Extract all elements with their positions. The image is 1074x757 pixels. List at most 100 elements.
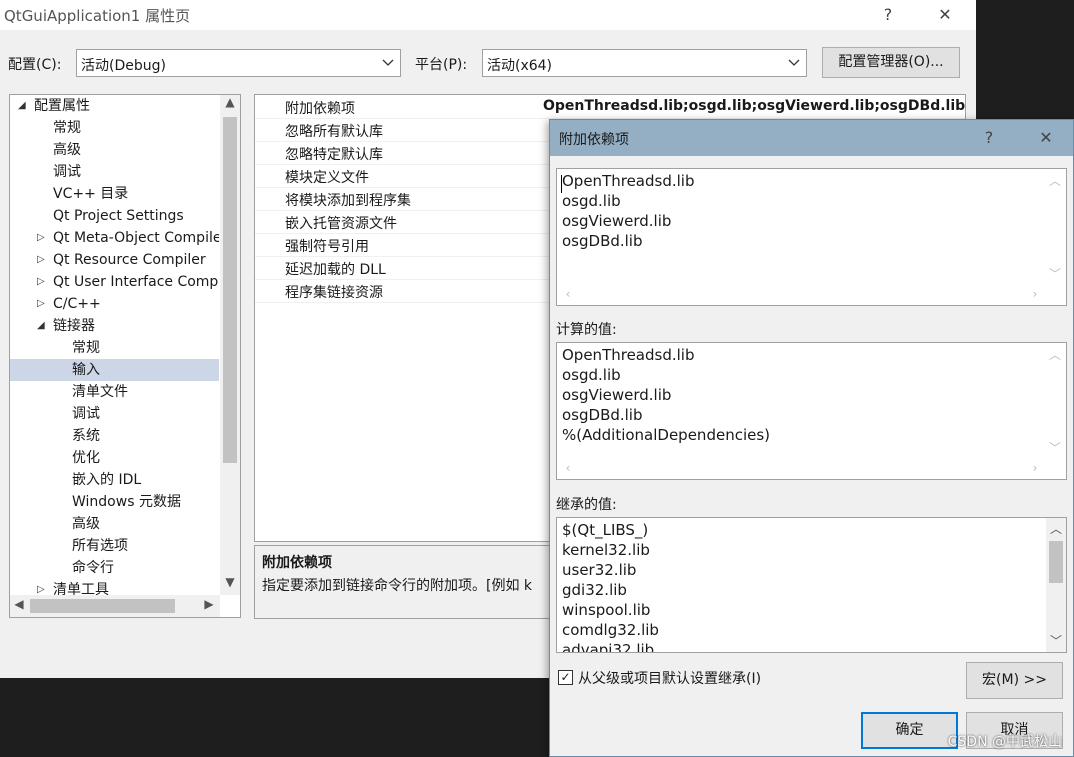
config-manager-button[interactable]: 配置管理器(O)...: [822, 47, 960, 78]
ok-button[interactable]: 确定: [861, 712, 958, 749]
dependencies-edit-box[interactable]: OpenThreadsd.lib osgd.lib osgViewerd.lib os…: [556, 168, 1067, 306]
tree-item-label: VC++ 目录: [53, 186, 129, 202]
scroll-up-icon[interactable]: ︿: [1047, 172, 1063, 188]
text-line: $(Qt_LIBS_): [562, 521, 649, 539]
macro-button[interactable]: 宏(M) >>: [966, 662, 1063, 699]
tree-item-label: 所有选项: [72, 538, 128, 554]
text-line: osgd.lib: [562, 366, 621, 384]
computed-values-box: OpenThreadsd.lib osgd.lib osgViewerd.lib os…: [556, 342, 1067, 480]
help-icon[interactable]: ?: [974, 126, 1004, 150]
tree-item[interactable]: 调试: [10, 161, 219, 183]
tree-item[interactable]: 命令行: [10, 557, 219, 579]
tree-item[interactable]: 高级: [10, 139, 219, 161]
tree-item[interactable]: VC++ 目录: [10, 183, 219, 205]
scroll-left-icon[interactable]: ‹: [560, 461, 576, 477]
collapsed-arrow-icon[interactable]: ▷: [37, 227, 45, 249]
tree-item-label: 嵌入的 IDL: [72, 472, 142, 488]
text-line: osgViewerd.lib: [562, 212, 672, 230]
tree-item[interactable]: 输入: [10, 359, 219, 381]
scroll-right-icon[interactable]: ›: [1027, 287, 1043, 303]
scroll-down-icon[interactable]: ▼: [220, 575, 240, 595]
tree-item[interactable]: Windows 元数据: [10, 491, 219, 513]
property-tree[interactable]: ◢ 配置属性 常规 高级 调试 VC++ 目录 Qt Project Settings ▷ Qt…: [9, 94, 241, 618]
collapsed-arrow-icon[interactable]: ▷: [37, 293, 45, 315]
property-name: 模块定义文件: [285, 170, 369, 186]
expanded-arrow-icon[interactable]: ◢: [37, 315, 45, 337]
tree-horizontal-scrollbar[interactable]: ◀ ▶: [10, 595, 220, 617]
text-line: gdi32.lib: [562, 581, 627, 599]
tree-item-label: 高级: [53, 142, 81, 158]
text-line: osgDBd.lib: [562, 406, 643, 424]
tree-item[interactable]: 常规: [10, 117, 219, 139]
tree-item[interactable]: ▷ C/C++: [10, 293, 219, 315]
tree-item[interactable]: ◢ 配置属性: [10, 95, 219, 117]
tree-item-label: Qt Resource Compiler: [53, 252, 206, 268]
property-name: 延迟加载的 DLL: [285, 262, 386, 278]
tree-item-label: 链接器: [53, 318, 95, 334]
inherit-checkbox-label[interactable]: 从父级或项目默认设置继承(I): [578, 668, 761, 688]
collapsed-arrow-icon[interactable]: ▷: [37, 249, 45, 271]
scrollbar-thumb[interactable]: [1049, 541, 1063, 583]
tree-item[interactable]: 常规: [10, 337, 219, 359]
tree-item[interactable]: 优化: [10, 447, 219, 469]
collapsed-arrow-icon[interactable]: ▷: [37, 271, 45, 293]
scroll-up-icon[interactable]: ︿: [1047, 346, 1063, 362]
tree-vertical-scrollbar[interactable]: ▲ ▼: [220, 95, 240, 595]
inherited-vertical-scrollbar[interactable]: ︿ ﹀: [1046, 518, 1066, 652]
scroll-up-icon[interactable]: ︿: [1046, 520, 1066, 538]
tree-item[interactable]: 调试: [10, 403, 219, 425]
property-row[interactable]: 附加依赖项 OpenThreadsd.lib;osgd.lib;osgViewer…: [255, 96, 965, 119]
tree-item[interactable]: 清单文件: [10, 381, 219, 403]
config-select[interactable]: 活动(Debug): [76, 49, 401, 77]
platform-select[interactable]: 活动(x64): [482, 49, 807, 77]
checkmark-icon: ✓: [560, 670, 571, 684]
text-line: osgDBd.lib: [562, 232, 643, 250]
scrollbar-thumb[interactable]: [30, 599, 175, 613]
tree-item-label: Qt Meta-Object Compiler: [53, 230, 219, 246]
scroll-left-icon[interactable]: ‹: [560, 287, 576, 303]
scroll-right-icon[interactable]: ▶: [200, 597, 218, 615]
tree-item[interactable]: ▷ Qt Meta-Object Compiler: [10, 227, 219, 249]
tree-item[interactable]: ▷ Qt User Interface Compiler: [10, 271, 219, 293]
dialog-title: 附加依赖项: [559, 132, 629, 148]
text-line: %(AdditionalDependencies): [562, 426, 771, 444]
inherit-checkbox[interactable]: ✓: [558, 670, 573, 685]
close-icon[interactable]: ✕: [930, 3, 960, 27]
help-icon[interactable]: ?: [873, 3, 903, 27]
text-line: osgViewerd.lib: [562, 386, 672, 404]
text-line: comdlg32.lib: [562, 621, 659, 639]
window-title: QtGuiApplication1 属性页: [4, 7, 191, 25]
property-name: 附加依赖项: [285, 101, 355, 117]
scroll-right-icon[interactable]: ›: [1027, 461, 1043, 477]
tree-item[interactable]: 所有选项: [10, 535, 219, 557]
scroll-left-icon[interactable]: ◀: [10, 597, 28, 615]
scroll-down-icon[interactable]: ﹀: [1047, 265, 1063, 281]
expanded-arrow-icon[interactable]: ◢: [18, 95, 26, 117]
scroll-down-icon[interactable]: ﹀: [1046, 632, 1066, 650]
close-icon[interactable]: ✕: [1031, 126, 1061, 150]
scrollbar-thumb[interactable]: [223, 117, 237, 463]
description-title: 附加依赖项: [262, 555, 332, 571]
tree-item[interactable]: ◢ 链接器: [10, 315, 219, 337]
scroll-down-icon[interactable]: ﹀: [1047, 439, 1063, 455]
tree-item[interactable]: Qt Project Settings: [10, 205, 219, 227]
text-line: osgd.lib: [562, 192, 621, 210]
property-value[interactable]: OpenThreadsd.lib;osgd.lib;osgViewerd.lib…: [543, 98, 965, 114]
tree-item-label: 常规: [53, 120, 81, 136]
platform-select-value: 活动(x64): [487, 58, 553, 74]
tree-item-label: 系统: [72, 428, 100, 444]
tree-item[interactable]: 嵌入的 IDL: [10, 469, 219, 491]
property-name: 忽略所有默认库: [285, 124, 383, 140]
tree-item-label: 调试: [72, 406, 100, 422]
tree-item[interactable]: 系统: [10, 425, 219, 447]
tree-item-label: Windows 元数据: [72, 494, 181, 510]
tree-item[interactable]: ▷ Qt Resource Compiler: [10, 249, 219, 271]
property-name: 嵌入托管资源文件: [285, 216, 397, 232]
scroll-up-icon[interactable]: ▲: [220, 95, 240, 115]
tree-item-label: 输入: [72, 362, 100, 378]
config-label: 配置(C):: [8, 57, 62, 73]
tree-item-label: Qt User Interface Compiler: [53, 274, 219, 290]
tree-item-label: C/C++: [53, 296, 101, 312]
tree-item[interactable]: 高级: [10, 513, 219, 535]
computed-values-label: 计算的值:: [556, 322, 617, 338]
